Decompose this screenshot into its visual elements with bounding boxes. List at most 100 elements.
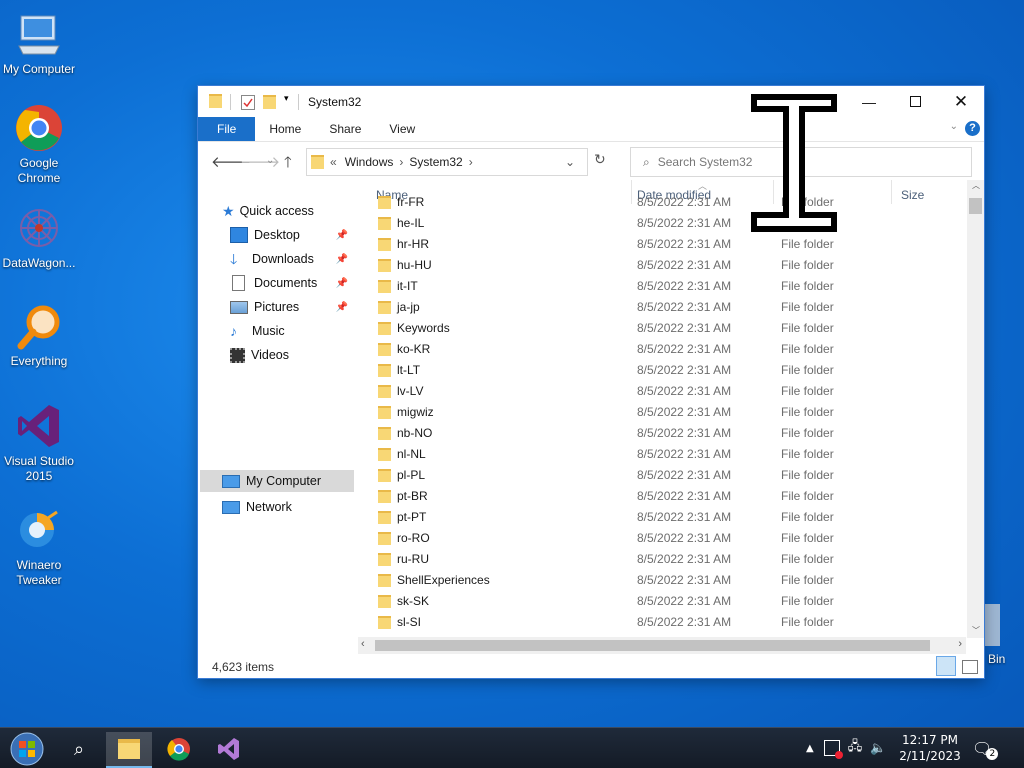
table-row[interactable]: pt-PT 8/5/2022 2:31 AM File folder [360, 507, 966, 528]
file-type: File folder [781, 300, 834, 314]
table-row[interactable]: lt-LT 8/5/2022 2:31 AM File folder [360, 360, 966, 381]
nav-network[interactable]: Network [222, 496, 378, 518]
refresh-button[interactable]: ↻ [594, 151, 606, 168]
scroll-down-icon[interactable]: ﹀ [972, 625, 980, 636]
music-note-icon: ♪ [230, 323, 237, 339]
table-row[interactable]: hu-HU 8/5/2022 2:31 AM File folder [360, 255, 966, 276]
file-date-modified: 8/5/2022 2:31 AM [637, 510, 732, 524]
show-hidden-icons-icon[interactable]: ▲ [806, 743, 814, 754]
maximize-button[interactable] [892, 86, 938, 117]
scroll-up-icon[interactable]: ︿ [972, 180, 980, 191]
recent-locations-icon[interactable]: ⌄ [266, 155, 274, 166]
details-view-button[interactable] [936, 656, 956, 676]
breadcrumb-windows[interactable]: Windows [345, 155, 394, 169]
address-bar[interactable]: « Windows › System32 › ⌄ [306, 148, 588, 176]
nav-my-computer[interactable]: My Computer [200, 470, 354, 492]
folder-icon [378, 511, 391, 524]
pin-icon[interactable]: 📌 [336, 230, 348, 241]
nav-downloads[interactable]: 🡓 Downloads 📌 [230, 248, 354, 270]
nav-music[interactable]: ♪ Music [230, 320, 354, 342]
nav-desktop[interactable]: Desktop 📌 [230, 224, 354, 246]
vertical-scrollbar[interactable]: ︿ ﹀ [967, 180, 984, 638]
start-button[interactable] [4, 732, 50, 766]
tab-share[interactable]: Share [315, 117, 375, 141]
file-type: File folder [781, 468, 834, 482]
scroll-thumb[interactable] [375, 640, 930, 651]
desktop-icon-winaero[interactable]: Winaero Tweaker [0, 506, 78, 588]
file-type: File folder [781, 426, 834, 440]
nav-videos[interactable]: Videos [230, 344, 354, 366]
clock[interactable]: 12:17 PM 2/11/2023 [899, 728, 961, 768]
pin-icon[interactable]: 📌 [336, 302, 348, 313]
scroll-right-icon[interactable]: › [958, 638, 962, 650]
table-row[interactable]: ShellExperiences 8/5/2022 2:31 AM File fol… [360, 570, 966, 591]
address-dropdown-icon[interactable]: ⌄ [565, 155, 575, 169]
datawagon-icon [15, 204, 63, 252]
search-placeholder: Search System32 [657, 155, 753, 169]
table-row[interactable]: ja-jp 8/5/2022 2:31 AM File folder [360, 297, 966, 318]
table-row[interactable]: pt-BR 8/5/2022 2:31 AM File folder [360, 486, 966, 507]
file-date-modified: 8/5/2022 2:31 AM [637, 531, 732, 545]
table-row[interactable]: ru-RU 8/5/2022 2:31 AM File folder [360, 549, 966, 570]
new-folder-icon[interactable] [263, 95, 276, 109]
file-name: ro-RO [397, 531, 430, 545]
taskbar-file-explorer[interactable] [106, 732, 152, 768]
up-button[interactable]: 🡑 [284, 152, 292, 177]
table-row[interactable]: nb-NO 8/5/2022 2:31 AM File folder [360, 423, 966, 444]
table-row[interactable]: it-IT 8/5/2022 2:31 AM File folder [360, 276, 966, 297]
desktop-icon-everything[interactable]: Everything [0, 302, 78, 369]
tab-home[interactable]: Home [255, 117, 315, 141]
nav-pictures[interactable]: Pictures 📌 [230, 296, 354, 318]
pin-icon[interactable]: 📌 [336, 278, 348, 289]
file-type: File folder [781, 384, 834, 398]
desktop-icon-visual-studio[interactable]: Visual Studio 2015 [0, 402, 78, 484]
large-icons-view-button[interactable] [962, 660, 978, 674]
help-icon[interactable]: ? [965, 121, 980, 136]
volume-icon[interactable]: 🔈 [870, 741, 886, 756]
table-row[interactable]: fr-FR 8/5/2022 2:31 AM File folder [360, 192, 966, 213]
table-row[interactable]: migwiz 8/5/2022 2:31 AM File folder [360, 402, 966, 423]
nav-documents[interactable]: Documents 📌 [230, 272, 354, 294]
search-icon: ⌕ [643, 154, 650, 169]
folder-icon [378, 280, 391, 293]
table-row[interactable]: hr-HR 8/5/2022 2:31 AM File folder [360, 234, 966, 255]
properties-icon[interactable] [241, 95, 255, 110]
table-row[interactable]: nl-NL 8/5/2022 2:31 AM File folder [360, 444, 966, 465]
taskbar-search-button[interactable]: ⌕ [56, 732, 102, 766]
notifications-button[interactable]: 🗨 2 [972, 728, 1004, 768]
customize-quick-access-icon[interactable]: ▾ [284, 93, 289, 104]
table-row[interactable]: ko-KR 8/5/2022 2:31 AM File folder [360, 339, 966, 360]
desktop-icon-chrome[interactable]: Google Chrome [0, 104, 78, 186]
scroll-thumb[interactable] [969, 198, 982, 214]
pin-icon[interactable]: 📌 [336, 254, 348, 265]
nav-label: Quick access [239, 204, 314, 218]
expand-ribbon-icon[interactable]: ⌄ [950, 121, 958, 132]
file-type: File folder [781, 447, 834, 461]
file-name: nb-NO [397, 426, 433, 440]
nav-quick-access[interactable]: ★ Quick access [222, 200, 378, 222]
desktop-icon-my-computer[interactable]: My Computer [0, 10, 78, 77]
tab-file[interactable]: File [198, 117, 256, 141]
network-status-icon[interactable]: 🖧 [848, 737, 863, 759]
taskbar-chrome[interactable] [156, 732, 202, 766]
close-button[interactable]: ✕ [938, 86, 984, 117]
desktop-icon-datawagon[interactable]: DataWagon... [0, 204, 78, 271]
breadcrumb-system32[interactable]: System32 [409, 155, 462, 169]
horizontal-scrollbar[interactable]: ‹ › [358, 637, 966, 654]
table-row[interactable]: lv-LV 8/5/2022 2:31 AM File folder [360, 381, 966, 402]
table-row[interactable]: sk-SK 8/5/2022 2:31 AM File folder [360, 591, 966, 612]
table-row[interactable]: sl-SI 8/5/2022 2:31 AM File folder [360, 612, 966, 633]
taskbar-visual-studio[interactable] [206, 732, 252, 766]
file-type: File folder [781, 342, 834, 356]
table-row[interactable]: Keywords 8/5/2022 2:31 AM File folder [360, 318, 966, 339]
table-row[interactable]: ro-RO 8/5/2022 2:31 AM File folder [360, 528, 966, 549]
action-center-flag-icon[interactable] [823, 740, 843, 759]
table-row[interactable]: pl-PL 8/5/2022 2:31 AM File folder [360, 465, 966, 486]
table-row[interactable]: he-IL8/5/2022 2:31 AMFile folder [360, 213, 966, 234]
breadcrumb-overflow[interactable]: « [330, 155, 337, 169]
scroll-left-icon[interactable]: ‹ [361, 638, 365, 650]
nav-label: Network [246, 500, 292, 514]
minimize-button[interactable]: — [846, 86, 892, 117]
tab-view[interactable]: View [375, 117, 429, 141]
file-type: File folder [781, 237, 834, 251]
